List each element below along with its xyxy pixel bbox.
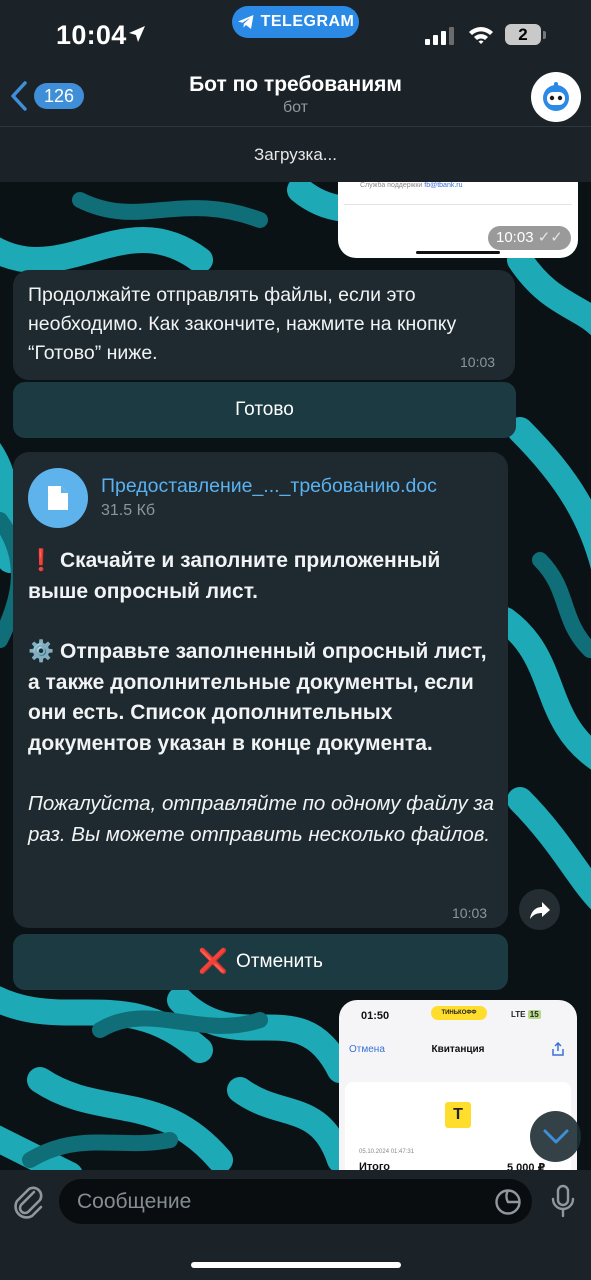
network-label: LTE xyxy=(511,1010,526,1019)
message-time: 10:03 xyxy=(452,905,488,921)
gear-icon: ⚙️ xyxy=(28,640,55,663)
telegram-pill-label: TELEGRAM xyxy=(260,13,355,30)
battery-tip xyxy=(543,31,546,39)
scroll-to-bottom-button[interactable] xyxy=(530,1111,581,1162)
image-title: Квитанция xyxy=(431,1044,485,1055)
robot-avatar-icon xyxy=(537,78,575,116)
read-checks-icon: ✓✓ xyxy=(537,229,563,246)
image-network: LTE 15 xyxy=(511,1010,541,1019)
loading-banner: Загрузка... xyxy=(0,127,591,182)
support-email: fb@tbank.ru xyxy=(424,182,463,189)
status-bar: 10:04 TELEGRAM 2 xyxy=(0,0,591,70)
cancel-button[interactable]: ❌ Отменить xyxy=(13,934,508,990)
location-arrow-icon xyxy=(129,26,145,42)
support-label: Служба поддержки xyxy=(360,182,423,189)
image-timestamp: 10:03 ✓✓ xyxy=(488,226,571,250)
share-icon xyxy=(552,1042,564,1056)
done-button[interactable]: Готово xyxy=(13,382,516,438)
message-text: Продолжайте отправлять файлы, если это н… xyxy=(28,284,457,364)
message-time: 10:03 xyxy=(460,354,496,370)
bot-avatar[interactable] xyxy=(531,72,581,122)
receipt-date: 05.10.2024 01:47:31 xyxy=(359,1149,415,1155)
forward-button[interactable] xyxy=(519,889,560,930)
battery-indicator: 2 xyxy=(505,24,541,45)
chat-subtitle: бот xyxy=(282,99,309,116)
paragraph-text: Отправьте заполненный опросный лист, а т… xyxy=(28,640,487,755)
document-icon xyxy=(48,486,68,510)
paragraph-note: Пожалуйста, отправляйте по одному файлу … xyxy=(28,792,495,846)
message-bubble[interactable]: Продолжайте отправлять файлы, если это н… xyxy=(13,270,515,380)
paragraph-download: ❗ Скачайте и заполните приложенный выше … xyxy=(28,546,498,607)
telegram-pill[interactable]: TELEGRAM xyxy=(232,6,359,38)
image-battery: 15 xyxy=(527,1010,541,1019)
home-indicator xyxy=(191,1262,401,1268)
microphone-icon[interactable] xyxy=(551,1184,575,1220)
cancel-button-label: Отменить xyxy=(236,951,323,972)
file-download-icon[interactable] xyxy=(28,468,88,528)
status-time: 10:04 xyxy=(56,20,127,50)
support-text: Служба поддержки fb@tbank.ru xyxy=(360,182,463,189)
image-time: 10:03 xyxy=(496,229,534,246)
file-size: 31.5 Кб xyxy=(101,502,156,519)
message-body: ❗ Скачайте и заполните приложенный выше … xyxy=(28,546,498,850)
divider xyxy=(344,204,572,205)
bank-pill: ТИНЬКОФФ xyxy=(431,1006,487,1020)
home-indicator-in-image xyxy=(416,251,500,254)
image-status-time: 01:50 xyxy=(361,1010,390,1022)
paperclip-icon[interactable] xyxy=(12,1184,46,1220)
paragraph-send: ⚙️ Отправьте заполненный опросный лист, … xyxy=(28,637,498,759)
exclamation-icon: ❗ xyxy=(28,549,55,572)
share-arrow-icon xyxy=(529,901,550,919)
message-placeholder: Сообщение xyxy=(77,1190,192,1213)
chevron-down-icon xyxy=(543,1129,568,1143)
cross-mark-icon: ❌ xyxy=(198,948,229,975)
file-name[interactable]: Предоставление_..._требованию.doc xyxy=(101,475,437,498)
bank-logo: Т xyxy=(445,1102,471,1128)
cellular-signal-icon xyxy=(425,27,454,45)
telegram-plane-icon xyxy=(237,15,254,29)
chat-title[interactable]: Бот по требованиям xyxy=(0,73,591,97)
message-bubble[interactable]: Предоставление_..._требованию.doc 31.5 К… xyxy=(13,452,508,928)
sticker-icon[interactable] xyxy=(494,1188,522,1216)
wifi-icon xyxy=(469,27,493,44)
paragraph-text: Скачайте и заполните приложенный выше оп… xyxy=(28,549,441,603)
